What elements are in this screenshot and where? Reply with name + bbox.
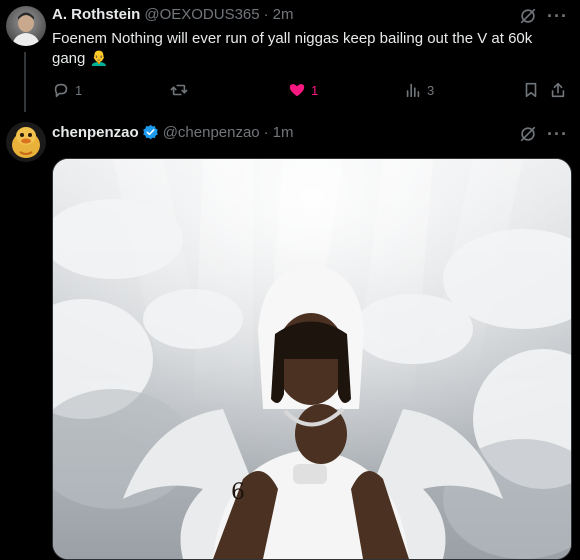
- heart-filled-icon: [289, 84, 305, 97]
- avatar-arothstein[interactable]: [6, 6, 46, 46]
- like-button[interactable]: 1: [288, 80, 318, 100]
- thread-connector: [24, 52, 26, 112]
- bald-man-emoji: 👨‍🦲: [89, 50, 109, 67]
- tweet-2-top-actions: ···: [519, 125, 568, 143]
- tweet-1-actions: 1 1 3: [52, 80, 568, 100]
- like-count: 1: [311, 82, 319, 98]
- grok-icon[interactable]: [519, 125, 537, 143]
- more-icon[interactable]: ···: [547, 125, 568, 143]
- tweet-text-line-1: Foenem Nothing will ever run of yall nig…: [52, 30, 533, 47]
- avatar-image: [6, 122, 46, 162]
- tweet-1-text: Foenem Nothing will ever run of yall nig…: [52, 29, 552, 69]
- repost-button[interactable]: [170, 80, 188, 100]
- bookmark-button[interactable]: [522, 80, 540, 100]
- tweet-2[interactable]: chenpenzao @chenpenzao · 1m ··· 6: [0, 112, 580, 560]
- tweet-1-header: A. Rothstein @OEXODUS365 · 2m: [52, 6, 293, 23]
- timestamp[interactable]: 1m: [273, 124, 294, 141]
- display-name[interactable]: A. Rothstein: [52, 6, 140, 23]
- separator-dot: ·: [263, 124, 269, 141]
- share-icon: [551, 82, 565, 98]
- share-button[interactable]: [549, 80, 567, 100]
- display-name[interactable]: chenpenzao: [52, 124, 139, 141]
- bookmark-icon: [525, 82, 537, 98]
- reply-count: 1: [75, 82, 83, 98]
- user-handle[interactable]: @chenpenzao: [163, 124, 260, 141]
- repost-icon: [170, 84, 188, 96]
- angel-portrait-image: 6: [53, 159, 571, 559]
- tweet-media-image[interactable]: 6: [52, 158, 572, 560]
- more-icon[interactable]: ···: [547, 7, 568, 25]
- timestamp[interactable]: 2m: [273, 6, 294, 23]
- reply-icon: [54, 83, 68, 98]
- views-count: 3: [427, 82, 435, 98]
- tweet-2-header: chenpenzao @chenpenzao · 1m: [52, 124, 294, 141]
- views-icon: [406, 83, 420, 98]
- reply-button[interactable]: 1: [52, 80, 82, 100]
- verified-badge-icon[interactable]: [142, 124, 159, 141]
- svg-text:6: 6: [231, 480, 245, 505]
- tweet-text-line-2: gang: [52, 50, 86, 67]
- avatar-image: [6, 6, 46, 46]
- avatar-chenpenzao[interactable]: [6, 122, 46, 162]
- tweet-1-top-actions: ···: [519, 7, 568, 25]
- views-button[interactable]: 3: [404, 80, 434, 100]
- user-handle[interactable]: @OEXODUS365: [144, 6, 259, 23]
- grok-icon[interactable]: [519, 7, 537, 25]
- tweet-1[interactable]: A. Rothstein @OEXODUS365 · 2m ··· Foenem…: [0, 0, 580, 112]
- separator-dot: ·: [263, 6, 269, 23]
